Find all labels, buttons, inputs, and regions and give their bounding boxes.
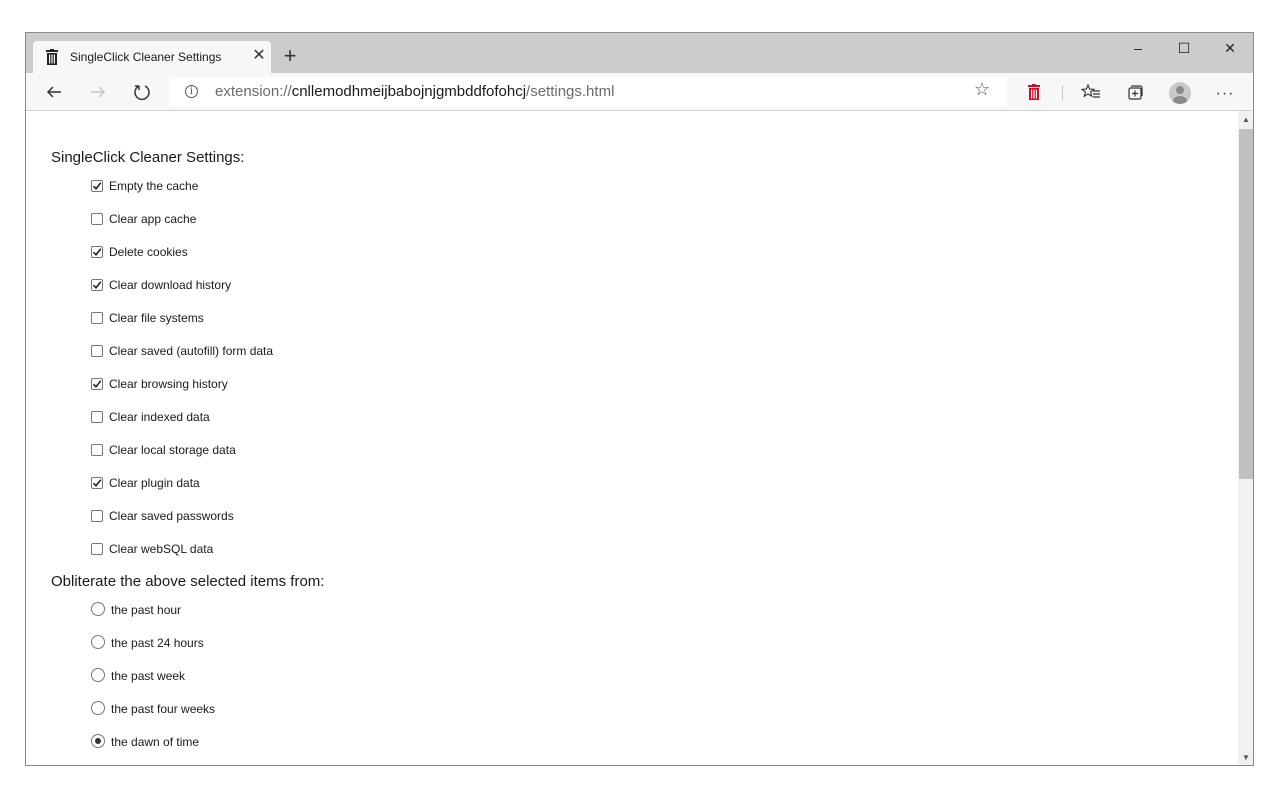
checkbox-unchecked[interactable] [91,510,103,522]
trash-icon [45,49,59,65]
info-icon[interactable]: i [185,85,198,98]
browser-toolbar: i extension://cnllemodhmeijbabojnjgmbddf… [26,73,1253,111]
checkbox-label: Clear file systems [109,311,204,325]
checkbox-label: Clear saved (autofill) form data [109,344,274,358]
checkmark-icon [92,281,102,290]
checkbox-label: Clear plugin data [109,476,200,490]
favorites-button[interactable] [1076,78,1106,106]
checkbox-label: Empty the cache [109,179,199,193]
singleclick-cleaner-extension-button[interactable] [1019,78,1049,106]
toolbar-separator [1062,85,1063,101]
scroll-down-arrow-icon[interactable]: ▼ [1238,751,1253,765]
back-button[interactable] [39,78,69,106]
checkbox-label: Clear webSQL data [109,542,214,556]
address-bar[interactable]: i extension://cnllemodhmeijbabojnjgmbddf… [169,77,1007,107]
profile-avatar[interactable] [1169,82,1191,104]
radio-label: the dawn of time [111,735,200,749]
checkbox-unchecked[interactable] [91,312,103,324]
checkbox-checked[interactable] [91,246,103,258]
page-content: SingleClick Cleaner Settings: Empty the … [26,111,1238,765]
collections-button[interactable] [1120,78,1150,106]
checkbox-label: Clear app cache [109,212,197,226]
radio-dot [95,738,101,744]
arrow-left-icon [46,86,61,98]
checkbox-unchecked[interactable] [91,411,103,423]
radio-selected[interactable] [91,734,105,748]
tab-close-icon[interactable]: ✕ [249,46,269,66]
url-host: cnllemodhmeijbabojnjgmbddfofohcj [291,83,527,100]
forward-button[interactable] [83,78,113,106]
radio-unselected[interactable] [91,602,105,616]
checkbox-label: Clear local storage data [109,443,236,457]
checkmark-icon [92,248,102,257]
arrow-right-icon [91,86,106,98]
checkbox-unchecked[interactable] [91,213,103,225]
url-path: /settings.html [526,83,615,100]
checkbox-unchecked[interactable] [91,345,103,357]
trash-icon [1028,84,1040,100]
radio-label: the past 24 hours [111,636,204,650]
favorites-list-icon [1080,83,1100,98]
title-bar: SingleClick Cleaner Settings ✕ + – ☐ ✕ [26,33,1253,73]
scroll-thumb[interactable] [1239,129,1253,479]
refresh-button[interactable] [127,78,157,106]
url-text[interactable]: extension://cnllemodhmeijbabojnjgmbddfof… [215,83,614,100]
timeframe-heading: Obliterate the above selected items from… [51,573,325,590]
maximize-button[interactable]: ☐ [1161,33,1207,63]
checkbox-label: Clear download history [109,278,232,292]
checkbox-label: Clear saved passwords [109,509,234,523]
settings-heading: SingleClick Cleaner Settings: [51,149,245,166]
checkbox-checked[interactable] [91,477,103,489]
checkbox-label: Clear indexed data [109,410,210,424]
checkbox-label: Delete cookies [109,245,188,259]
more-menu-button[interactable]: ··· [1210,78,1240,106]
checkbox-label: Clear browsing history [109,377,228,391]
tab-title: SingleClick Cleaner Settings [70,50,222,64]
checkbox-unchecked[interactable] [91,543,103,555]
checkmark-icon [92,479,102,488]
vertical-scrollbar[interactable]: ▲ ▼ [1238,111,1253,765]
browser-window: SingleClick Cleaner Settings ✕ + – ☐ ✕ i [25,32,1254,766]
checkbox-unchecked[interactable] [91,444,103,456]
checkbox-checked[interactable] [91,378,103,390]
radio-unselected[interactable] [91,668,105,682]
radio-unselected[interactable] [91,635,105,649]
refresh-icon [134,85,150,101]
ellipsis-icon: ··· [1215,85,1235,102]
radio-label: the past four weeks [111,702,216,716]
radio-label: the past hour [111,603,182,617]
person-icon [1173,86,1187,104]
scroll-up-arrow-icon[interactable]: ▲ [1238,113,1253,127]
radio-unselected[interactable] [91,701,105,715]
close-window-button[interactable]: ✕ [1207,33,1253,63]
checkbox-checked[interactable] [91,180,103,192]
active-tab[interactable]: SingleClick Cleaner Settings ✕ [33,41,271,73]
collections-icon [1128,85,1143,100]
checkmark-icon [92,182,102,191]
url-scheme: extension:// [215,83,292,100]
checkmark-icon [92,380,102,389]
checkbox-checked[interactable] [91,279,103,291]
radio-label: the past week [111,669,186,683]
new-tab-button[interactable]: + [278,45,302,69]
minimize-button[interactable]: – [1115,33,1161,63]
favorite-star-icon[interactable]: ☆ [974,79,990,100]
